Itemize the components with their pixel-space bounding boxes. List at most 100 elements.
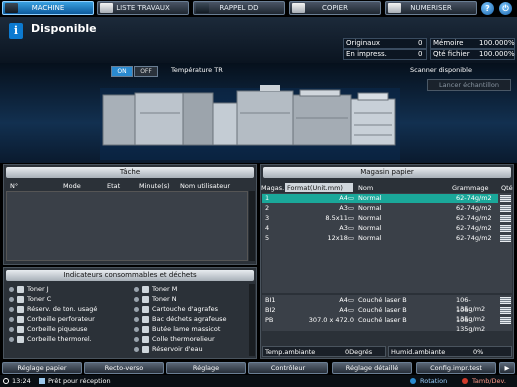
status-dot-icon [9,297,14,302]
qte-fichier-value: 100.000% [479,50,515,58]
consumable-icon [17,336,24,343]
consommables-scrollbar[interactable] [249,284,255,356]
tray-paper-name: Normal [358,214,382,222]
printer-illustration [100,85,400,160]
reglage-detaille-button[interactable]: Réglage détaillé [332,362,412,374]
consumable-icon [17,286,24,293]
tab-label: LISTE TRAVAUX [116,4,170,12]
tray-weight: 62-74g/m2 [456,234,492,242]
recto-verso-button[interactable]: Recto-verso [84,362,164,374]
tray-row[interactable]: 1 A4▭ Normal 62-74g/m2 [262,194,498,203]
status-header: i Disponible Originaux 0 En impress. 0 M… [0,17,517,63]
tray-format: A4▭ [339,194,354,202]
col-header-format[interactable]: Format(Unit.mm) [287,184,343,192]
col-header-nom-utilisateur: Nom utilisateur [180,182,231,190]
tray-row[interactable]: 5 12x18▭ Normal 62-74g/m2 [262,234,498,243]
consumable-label: Butée lame massicot [152,325,221,333]
status-dot-icon [134,347,139,352]
rotation-icon [410,378,416,384]
temp-ambiante-label: Temp.ambiante [265,348,316,356]
tray-number: 4 [265,224,270,232]
tray-number: BI1 [265,296,276,304]
status-dot-icon [9,307,14,312]
consumable-label: Toner J [27,285,49,293]
next-page-button[interactable]: ▶ [499,362,515,374]
tray-row[interactable]: BI1 A4▭ Couché laser B 106-135g/m2 [262,296,498,313]
consumable-icon [142,336,149,343]
tab-numeriser[interactable]: NUMERISER [385,1,477,15]
tab-liste-travaux[interactable]: LISTE TRAVAUX [97,1,189,15]
tray-weight: 62-74g/m2 [456,214,492,222]
tray-paper-name: Couché laser B [358,296,407,304]
en-impress-value: 0 [418,50,423,58]
help-button[interactable]: ? [481,2,494,15]
consumable-label: Toner N [152,295,177,303]
tamb-dev-icon [462,378,468,384]
tray-format: A3▭ [339,224,354,232]
paper-level-icon [500,317,511,324]
tamb-dev-label: Tamb/Dev. [472,377,506,385]
info-icon: i [9,23,23,39]
controleur-button[interactable]: Contrôleur [248,362,328,374]
tray-number: BI2 [265,306,276,314]
reglage-papier-button[interactable]: Réglage papier [2,362,82,374]
humid-ambiante-value: 0% [473,348,484,356]
tray-format: 307.0 x 472.0 [308,316,354,324]
reglage-button[interactable]: Réglage [166,362,246,374]
tab-copier[interactable]: COPIER [289,1,381,15]
tab-label: MACHINE [31,4,65,12]
status-message: Prêt pour réception [48,377,111,385]
status-dot-icon [9,337,14,342]
status-dot-icon [134,297,139,302]
tray-paper-name: Couché laser B [358,316,407,324]
tab-machine[interactable]: MACHINE [2,1,94,15]
tray-number: PB [265,316,274,324]
tray-format: 12x18▭ [327,234,354,242]
consumable-icon [17,326,24,333]
machine-view: ON OFF Température TR Scanner disponible… [0,63,517,163]
originaux-value: 0 [418,39,423,47]
tray-row[interactable]: BI2 A4▭ Couché laser B 106-135g/m2 [262,306,498,323]
tray-format: A4▭ [339,296,354,304]
col-header-mode: Mode [63,182,81,190]
printer-status-icon [39,378,45,384]
col-header-magas: Magas. [261,184,285,192]
arrow-right-icon: ▶ [504,364,510,372]
consumable-icon [142,316,149,323]
tray-row[interactable]: 4 A3▭ Normal 62-74g/m2 [262,224,498,233]
status-dot-icon [9,317,14,322]
tray-paper-name: Normal [358,234,382,242]
tache-list [6,191,248,261]
consommables-title: Indicateurs consommables et déchets [6,270,254,281]
consumable-icon [17,296,24,303]
status-dot-icon [134,327,139,332]
tray-paper-name: Normal [358,194,382,202]
rotation-label: Rotation [420,377,448,385]
col-header-qte: Qté [501,184,513,192]
tray-row[interactable]: 2 A3▭ Normal 62-74g/m2 [262,204,498,213]
status-dot-icon [134,337,139,342]
tache-scrollbar[interactable] [249,191,255,261]
tab-rappel-dd[interactable]: RAPPEL DD [193,1,285,15]
config-impr-test-button[interactable]: Config.impr.test [416,362,496,374]
tray-number: 5 [265,234,270,242]
power-icon: ⏻ [502,4,509,13]
paper-level-icon [500,195,511,202]
col-header-no: N° [10,182,19,190]
tray-weight: 106-135g/m2 [456,316,486,333]
consumable-label: Réservoir d'eau [152,345,203,353]
tray-format: 8.5x11▭ [325,214,354,222]
clock-icon [3,378,9,384]
tray-row[interactable]: PB 307.0 x 472.0 Couché laser B 106-135g/m2 [262,316,498,333]
consumable-icon [142,326,149,333]
paper-level-icon [500,297,511,304]
consumable-label: Bac déchets agrafeuse [152,315,227,323]
consumable-label: Corbeille piqueuse [27,325,88,333]
help-icon: ? [485,4,490,13]
tab-label: COPIER [322,4,348,12]
consumable-label: Colle thermorelieur [152,335,215,343]
originaux-label: Originaux [346,39,381,47]
machine-icon [5,3,18,13]
power-button[interactable]: ⏻ [499,2,512,15]
tray-row[interactable]: 3 8.5x11▭ Normal 62-74g/m2 [262,214,498,223]
